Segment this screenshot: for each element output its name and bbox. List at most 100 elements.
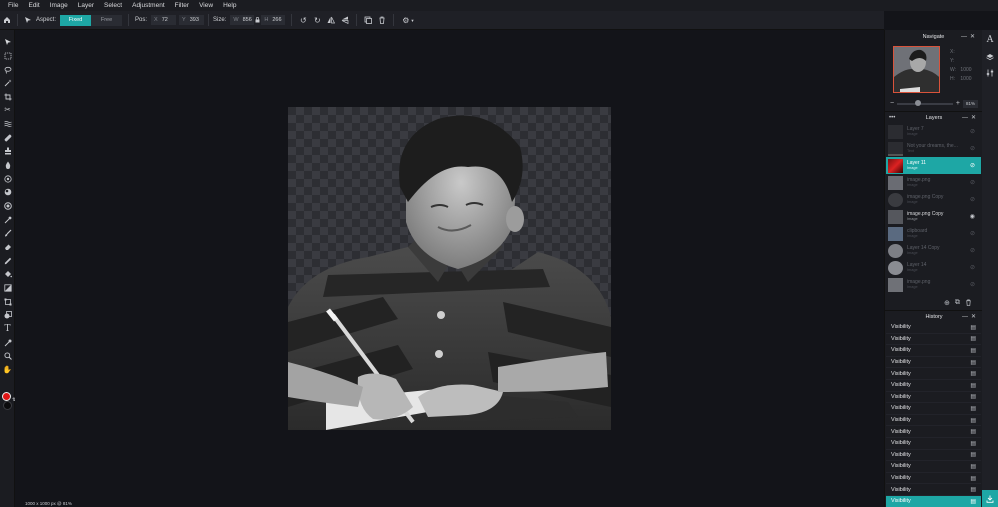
trash-icon[interactable] (377, 15, 387, 25)
add-layer-icon[interactable]: ⊕ (944, 299, 950, 308)
lasso-tool-icon[interactable] (3, 65, 12, 74)
eyedropper-icon[interactable] (3, 338, 12, 347)
hidden-eye-icon[interactable]: ⊘ (970, 281, 975, 288)
layer-item[interactable]: clipboard Image ⊘ (886, 225, 981, 242)
size-w-field[interactable]: W 856 (230, 15, 255, 25)
pos-x-field[interactable]: X 72 (151, 15, 177, 25)
layer-item[interactable]: Not your dreams, the... Text ⊘ (886, 140, 981, 157)
duplicate-layer-icon[interactable]: ⧉ (955, 299, 960, 308)
layer-item[interactable]: Layer 14 Image ⊘ (886, 259, 981, 276)
aspect-free-button[interactable]: Free (91, 14, 123, 26)
hidden-eye-icon[interactable]: ⊘ (970, 230, 975, 237)
layers-panel-icon[interactable] (985, 52, 995, 62)
minimize-icon[interactable]: — (962, 115, 971, 121)
layer-item-active[interactable]: Layer 11 Image ⊘ (886, 157, 981, 174)
minimize-icon[interactable]: — (962, 314, 971, 320)
transform-tool-icon[interactable] (3, 297, 12, 306)
layer-item[interactable]: image.png Image ⊘ (886, 174, 981, 191)
zoom-tool-icon[interactable] (3, 351, 12, 360)
sponge-tool-icon[interactable] (3, 174, 12, 183)
menu-filter[interactable]: Filter (175, 2, 189, 9)
pos-y-field[interactable]: Y 393 (179, 15, 205, 25)
color-picker-icon[interactable] (3, 215, 12, 224)
marquee-tool-icon[interactable] (3, 51, 12, 60)
menu-file[interactable]: File (8, 2, 18, 9)
close-icon[interactable]: ✕ (970, 34, 978, 40)
lock-ratio-icon[interactable] (254, 15, 261, 25)
history-item[interactable]: Visibility ▤ (886, 461, 981, 473)
menu-view[interactable]: View (199, 2, 213, 9)
cut-tool-icon[interactable]: ✂ (3, 105, 12, 114)
healing-tool-icon[interactable] (3, 133, 12, 142)
history-item-active[interactable]: Visibility ▤ (886, 496, 981, 507)
flip-horizontal-icon[interactable] (326, 15, 336, 25)
character-panel-icon[interactable]: A (985, 35, 995, 45)
hand-tool-icon[interactable]: ✋ (3, 365, 12, 374)
menu-edit[interactable]: Edit (28, 2, 39, 9)
dodge-tool-icon[interactable] (3, 201, 12, 210)
hidden-eye-icon[interactable]: ⊘ (970, 196, 975, 203)
hidden-eye-icon[interactable]: ⊘ (970, 179, 975, 186)
hidden-eye-icon[interactable]: ⊘ (970, 162, 975, 169)
rotate-left-icon[interactable]: ↺ (298, 15, 308, 25)
minimize-icon[interactable]: — (961, 34, 970, 40)
hidden-eye-icon[interactable]: ⊘ (970, 264, 975, 271)
brush-tool-icon[interactable] (3, 228, 12, 237)
history-item[interactable]: Visibility ▤ (886, 484, 981, 496)
settings-gear-icon[interactable]: ⚙ ▼ (400, 15, 416, 25)
zoom-slider[interactable] (897, 99, 953, 106)
export-download-button[interactable] (982, 490, 998, 507)
aspect-fixed-button[interactable]: Fixed (60, 14, 92, 26)
home-icon[interactable] (2, 15, 12, 25)
liquify-tool-icon[interactable] (3, 119, 12, 128)
history-item[interactable]: Visibility ▤ (886, 322, 981, 334)
history-item[interactable]: Visibility ▤ (886, 345, 981, 357)
eye-icon[interactable]: ◉ (970, 213, 975, 220)
close-icon[interactable]: ✕ (971, 115, 979, 121)
zoom-slider-handle[interactable] (915, 99, 922, 106)
history-item[interactable]: Visibility ▤ (886, 426, 981, 438)
size-h-field[interactable]: H 266 (261, 15, 286, 25)
layer-item[interactable]: image.png Copy Image ◉ (886, 208, 981, 225)
history-item[interactable]: Visibility ▤ (886, 392, 981, 404)
background-color-swatch[interactable] (3, 401, 12, 410)
move-tool-icon[interactable] (23, 15, 33, 25)
gradient-tool-icon[interactable] (3, 283, 12, 292)
history-item[interactable]: Visibility ▤ (886, 450, 981, 462)
adjustments-panel-icon[interactable] (985, 68, 995, 78)
layer-item[interactable]: image.png Copy Image ⊘ (886, 191, 981, 208)
history-item[interactable]: Visibility ▤ (886, 334, 981, 346)
delete-layer-icon[interactable] (965, 299, 972, 308)
eraser-tool-icon[interactable] (3, 242, 12, 251)
menu-help[interactable]: Help (223, 2, 236, 9)
zoom-value[interactable]: 81% (963, 99, 978, 108)
paint-bucket-icon[interactable] (3, 269, 12, 278)
history-item[interactable]: Visibility ▤ (886, 438, 981, 450)
history-item[interactable]: Visibility ▤ (886, 403, 981, 415)
document-canvas[interactable] (288, 107, 611, 430)
magic-wand-icon[interactable] (3, 78, 12, 87)
shape-tool-icon[interactable] (3, 310, 12, 319)
menu-image[interactable]: Image (50, 2, 68, 9)
hidden-eye-icon[interactable]: ⊘ (970, 128, 975, 135)
history-item[interactable]: Visibility ▤ (886, 368, 981, 380)
more-options-icon[interactable]: ••• (889, 115, 895, 121)
duplicate-icon[interactable] (363, 15, 373, 25)
rotate-right-icon[interactable]: ↻ (312, 15, 322, 25)
navigator-preview[interactable] (893, 46, 940, 93)
pencil-tool-icon[interactable] (3, 256, 12, 265)
blur-drop-icon[interactable] (3, 160, 12, 169)
crop-tool-icon[interactable] (3, 92, 12, 101)
hidden-eye-icon[interactable]: ⊘ (970, 145, 975, 152)
menu-select[interactable]: Select (104, 2, 122, 9)
hidden-eye-icon[interactable]: ⊘ (970, 247, 975, 254)
zoom-in-icon[interactable]: + (956, 100, 960, 107)
history-item[interactable]: Visibility ▤ (886, 357, 981, 369)
history-item[interactable]: Visibility ▤ (886, 473, 981, 485)
layer-item[interactable]: image.png Image ⊘ (886, 276, 981, 293)
clone-stamp-icon[interactable] (3, 146, 12, 155)
zoom-out-icon[interactable]: − (890, 100, 894, 107)
close-icon[interactable]: ✕ (971, 314, 979, 320)
history-item[interactable]: Visibility ▤ (886, 415, 981, 427)
history-item[interactable]: Visibility ▤ (886, 380, 981, 392)
